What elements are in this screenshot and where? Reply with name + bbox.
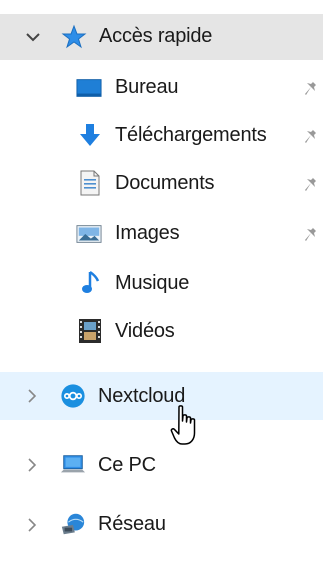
nav-label: Musique	[115, 272, 190, 294]
document-icon	[77, 170, 103, 196]
nav-label: Bureau	[115, 76, 179, 98]
nav-network[interactable]: Réseau	[0, 502, 323, 548]
nav-item-bureau[interactable]: Bureau	[0, 66, 323, 110]
nav-label: Vidéos	[115, 320, 175, 342]
chevron-right-icon[interactable]	[24, 388, 40, 404]
pin-icon[interactable]	[301, 224, 321, 244]
music-note-icon	[78, 270, 104, 296]
pin-icon[interactable]	[301, 126, 321, 146]
nav-item-videos[interactable]: Vidéos	[0, 308, 323, 354]
film-strip-icon	[77, 318, 103, 344]
nav-label: Accès rapide	[99, 25, 213, 47]
nav-label: Images	[115, 222, 180, 244]
desktop-icon	[76, 75, 102, 101]
nav-this-pc[interactable]: Ce PC	[0, 442, 323, 488]
pictures-icon	[76, 221, 102, 247]
pin-icon[interactable]	[301, 174, 321, 194]
chevron-right-icon[interactable]	[24, 517, 40, 533]
nav-label: Ce PC	[98, 454, 156, 476]
chevron-down-icon[interactable]	[25, 29, 41, 45]
nav-item-images[interactable]: Images	[0, 210, 323, 256]
nextcloud-icon	[60, 383, 86, 409]
star-icon	[61, 24, 87, 50]
nav-item-telechargements[interactable]: Téléchargements	[0, 112, 323, 158]
nav-label: Réseau	[98, 513, 166, 535]
download-arrow-icon	[77, 122, 103, 148]
computer-icon	[60, 452, 86, 478]
nav-item-musique[interactable]: Musique	[0, 260, 323, 306]
nav-label: Documents	[115, 172, 215, 194]
nav-item-documents[interactable]: Documents	[0, 160, 323, 206]
nav-nextcloud[interactable]: Nextcloud	[0, 372, 323, 420]
network-icon	[60, 511, 86, 537]
chevron-right-icon[interactable]	[24, 457, 40, 473]
nav-label: Téléchargements	[115, 124, 267, 146]
nav-quick-access[interactable]: Accès rapide	[0, 14, 323, 60]
nav-label: Nextcloud	[98, 385, 186, 407]
pin-icon[interactable]	[301, 78, 321, 98]
